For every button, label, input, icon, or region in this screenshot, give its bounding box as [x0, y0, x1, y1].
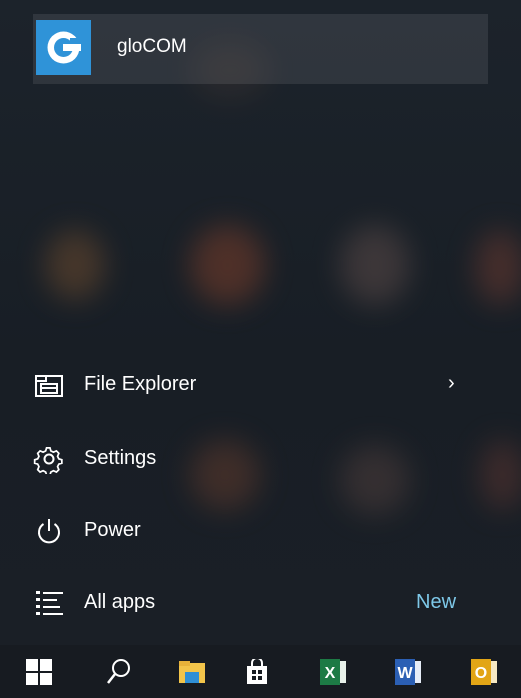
menu-item-settings[interactable]: Settings	[0, 430, 521, 488]
power-icon	[33, 516, 67, 546]
glocom-logo-icon	[36, 20, 91, 75]
search-button[interactable]	[89, 645, 149, 698]
taskbar-file-explorer[interactable]	[162, 645, 222, 698]
taskbar-store[interactable]	[227, 645, 287, 698]
blurred-tile	[475, 230, 521, 305]
start-button[interactable]	[9, 645, 69, 698]
word-letter: W	[397, 665, 413, 682]
search-icon	[107, 658, 130, 684]
recent-app-name: gloCOM	[117, 36, 187, 57]
taskbar-excel[interactable]: X	[303, 645, 363, 698]
menu-item-label: File Explorer	[84, 373, 197, 395]
menu-item-label: Power	[84, 519, 141, 541]
file-explorer-icon	[179, 660, 205, 683]
file-explorer-icon	[33, 370, 67, 400]
list-icon	[33, 588, 67, 618]
outlook-icon: O	[471, 658, 497, 685]
taskbar-outlook[interactable]: O	[454, 645, 514, 698]
menu-item-file-explorer[interactable]: File Explorer ›	[0, 356, 521, 414]
menu-item-power[interactable]: Power	[0, 502, 521, 560]
gear-icon	[33, 444, 67, 476]
taskbar: X W O	[0, 645, 521, 698]
menu-item-label: All apps	[84, 591, 156, 613]
excel-letter: X	[325, 665, 336, 682]
excel-icon: X	[320, 658, 346, 685]
chevron-right-icon[interactable]: ›	[448, 372, 455, 395]
outlook-letter: O	[475, 665, 487, 682]
start-menu: gloCOM File Explorer › Settings Power Al…	[0, 0, 521, 645]
blurred-tile	[45, 230, 105, 300]
taskbar-word[interactable]: W	[378, 645, 438, 698]
menu-item-all-apps[interactable]: All apps New	[0, 574, 521, 632]
blurred-tile	[190, 225, 265, 305]
store-icon	[247, 658, 267, 684]
windows-start-icon	[26, 658, 52, 685]
menu-item-label: Settings	[84, 447, 157, 469]
recent-app-glocom[interactable]: gloCOM	[33, 14, 488, 84]
blurred-tile	[340, 225, 410, 305]
new-badge: New	[416, 591, 457, 613]
word-icon: W	[395, 658, 421, 685]
